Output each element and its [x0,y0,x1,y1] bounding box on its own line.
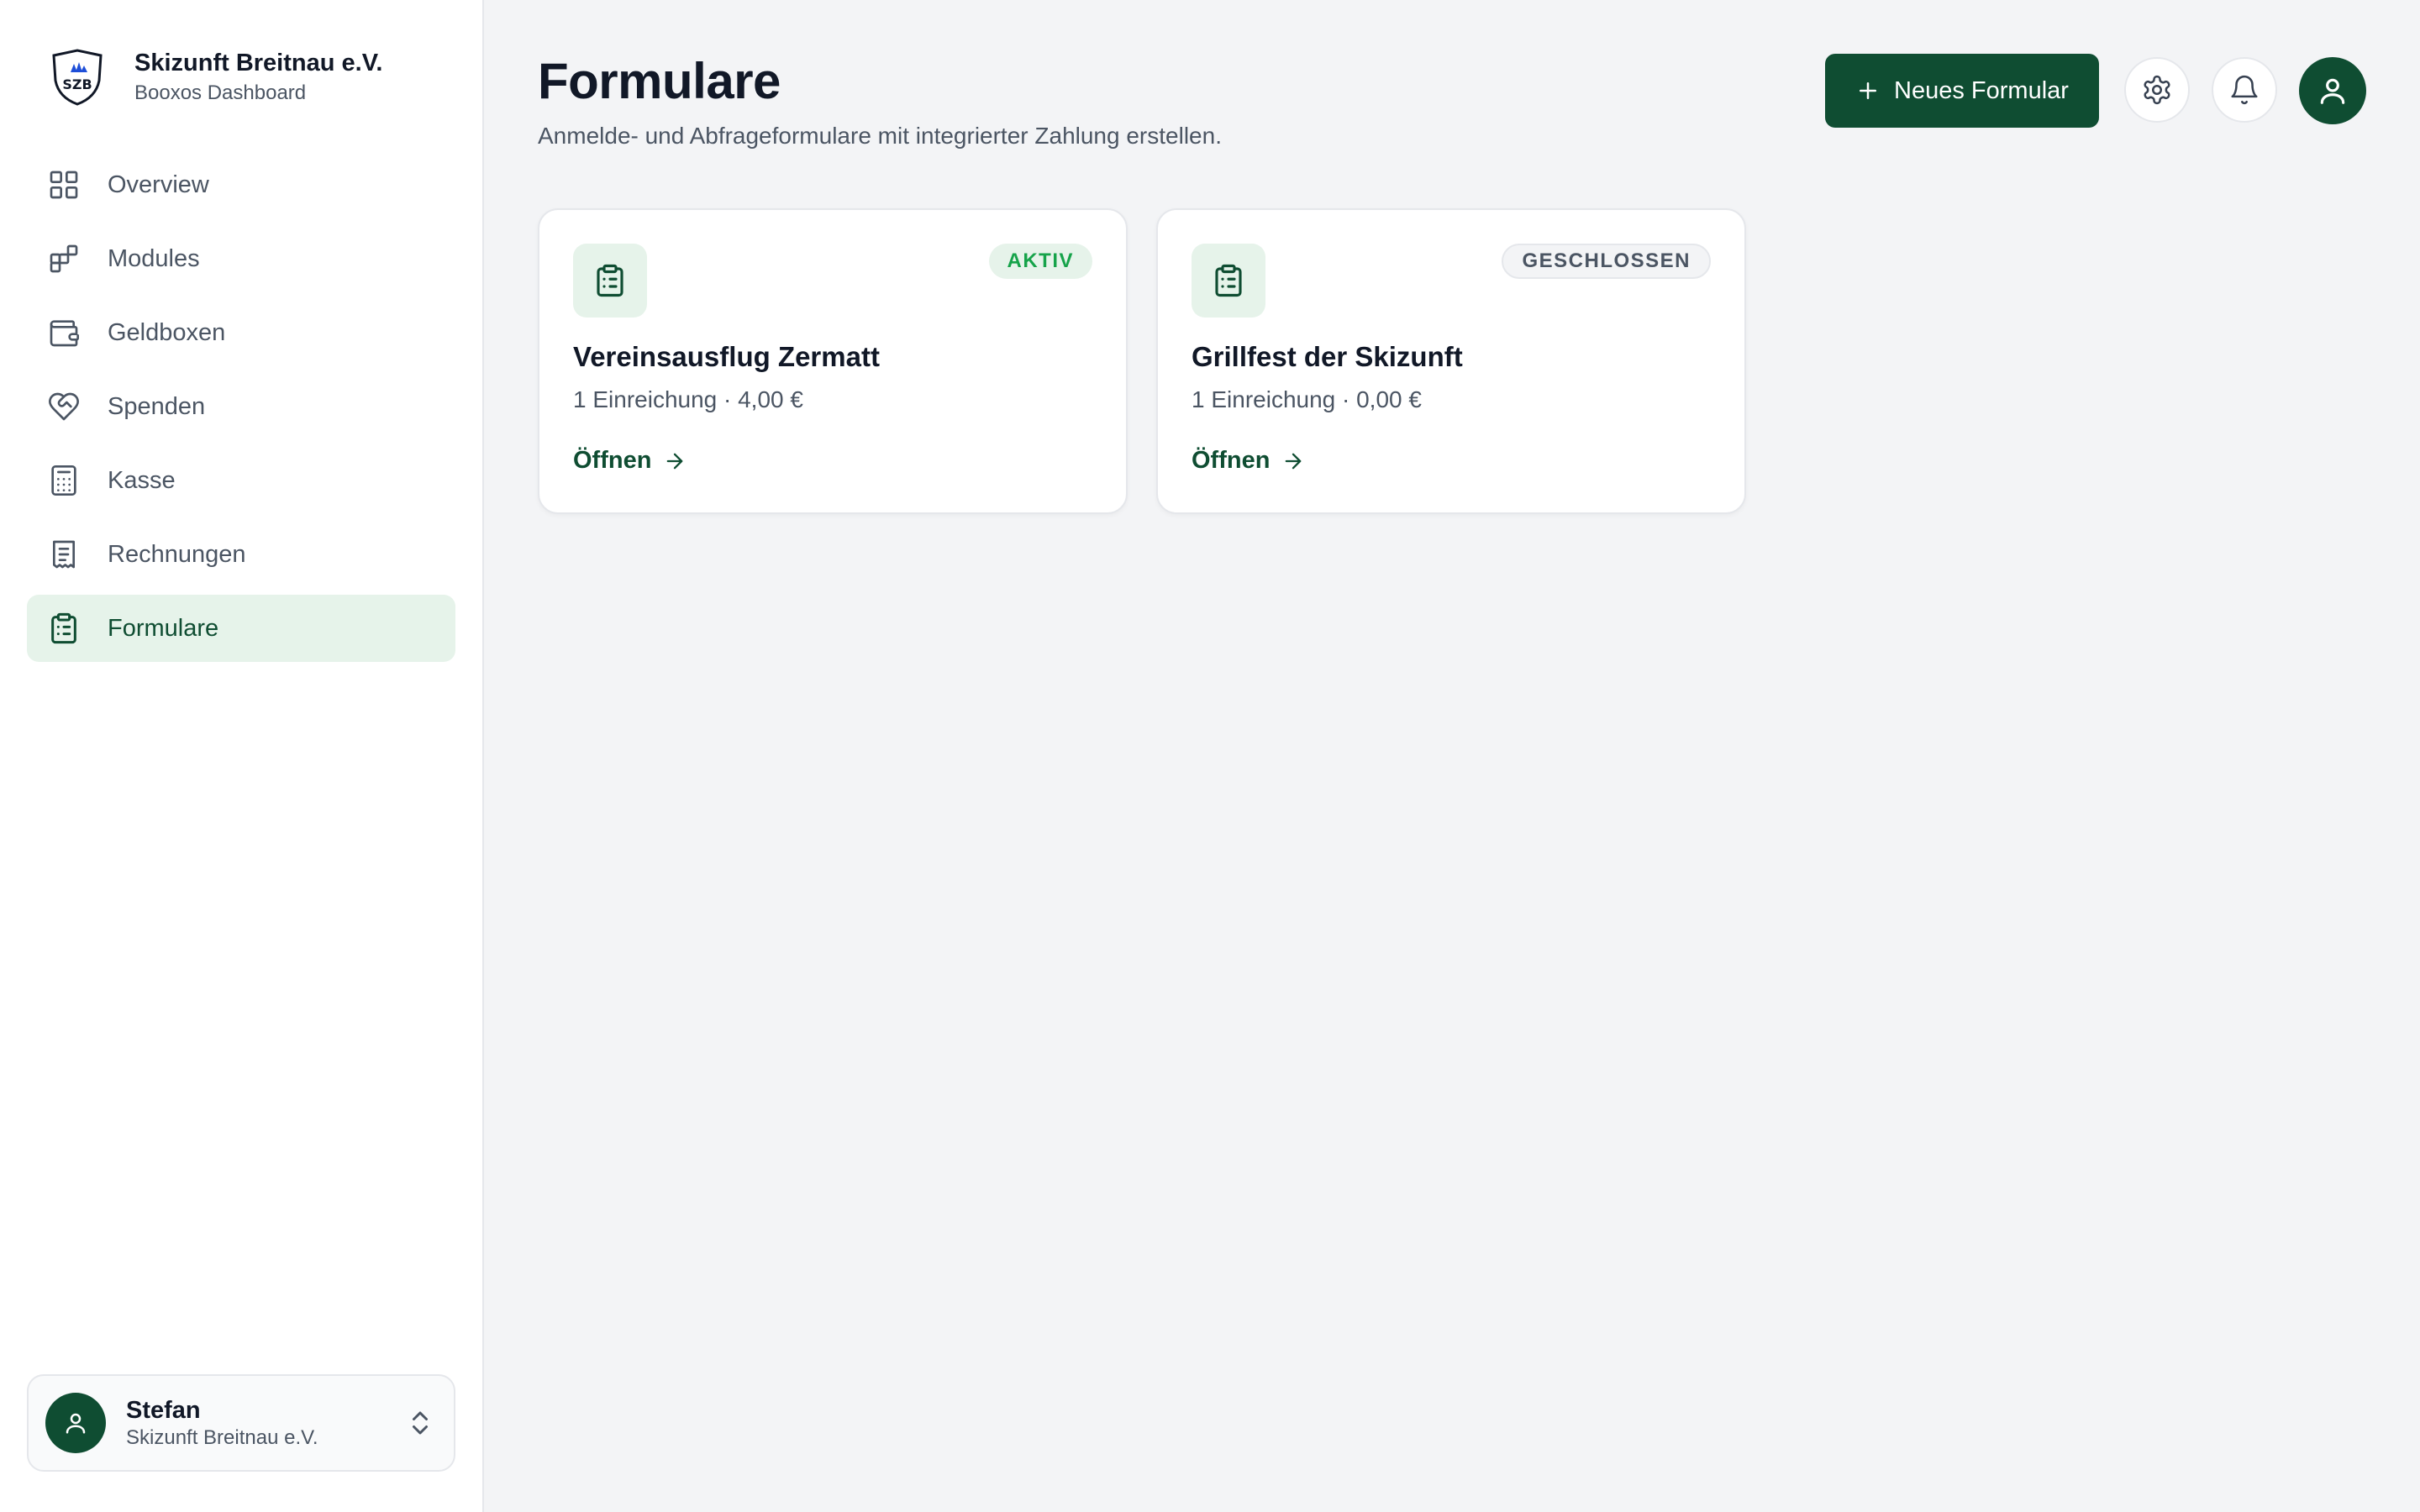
sidebar-item-geldboxen[interactable]: Geldboxen [27,299,455,366]
status-badge: GESCHLOSSEN [1502,244,1711,279]
org-subtitle: Booxos Dashboard [134,81,307,104]
open-form-link[interactable]: Öffnen [1192,447,1305,475]
sidebar-item-label: Rechnungen [108,540,246,568]
clipboard-icon [597,264,623,297]
open-label: Öffnen [1192,447,1270,474]
open-form-link[interactable]: Öffnen [573,447,687,475]
form-card[interactable]: GESCHLOSSEN Grillfest der Skizunft 1 Ein… [1156,208,1746,514]
form-title: Grillfest der Skizunft [1192,341,1463,372]
sidebar-item-label: Overview [108,171,209,198]
sidebar-item-modules[interactable]: Modules [27,225,455,292]
sidebar-item-label: Spenden [108,392,206,420]
bell-icon [2231,75,2258,105]
sidebar-item-label: Modules [108,244,200,272]
sidebar-item-label: Formulare [108,614,219,642]
sidebar: SZB Skizunft Breitnau e.V. Booxos Dashbo… [0,0,484,1512]
user-icon [2320,78,2345,104]
arrow-right-icon [1286,453,1302,469]
sidebar-item-rechnungen[interactable]: Rechnungen [27,521,455,588]
form-icon-tile [573,244,647,318]
arrow-right-icon [667,453,683,469]
form-card[interactable]: AKTIV Vereinsausflug Zermatt 1 Einreichu… [538,208,1128,514]
sidebar-item-spenden[interactable]: Spenden [27,373,455,440]
new-form-button[interactable]: Neues Formular [1825,54,2099,128]
form-meta: 1 Einreichung · 0,00 € [1192,386,1422,412]
form-meta: 1 Einreichung · 4,00 € [573,386,803,412]
club-logo-icon: SZB [52,49,103,106]
user-org: Skizunft Breitnau e.V. [126,1426,318,1449]
new-form-label: Neues Formular [1894,76,2069,104]
sidebar-item-formulare[interactable]: Formulare [27,595,455,662]
gear-icon [2144,75,2170,105]
user-name: Stefan [126,1397,201,1424]
form-title: Vereinsausflug Zermatt [573,341,880,372]
logo-text: SZB [62,76,92,92]
clipboard-icon [51,612,76,644]
org-name: Skizunft Breitnau e.V. [134,50,383,76]
main-content: Formulare Anmelde- und Abfrageformulare … [484,0,2420,1512]
wallet-icon [50,320,79,347]
user-icon [66,1413,86,1434]
page-subtitle: Anmelde- und Abfrageformulare mit integr… [538,123,1222,149]
notifications-button[interactable] [2212,57,2277,123]
clipboard-icon [1215,264,1242,297]
user-switcher[interactable]: Stefan Skizunft Breitnau e.V. [27,1374,455,1472]
sidebar-nav: Overview Modules Geldboxen Spenden Kasse [27,151,455,669]
sidebar-item-label: Kasse [108,466,176,494]
chevrons-up-down-icon [413,1411,428,1435]
sidebar-item-label: Geldboxen [108,318,226,346]
settings-button[interactable] [2124,57,2190,123]
calculator-icon [51,465,76,496]
sidebar-item-overview[interactable]: Overview [27,151,455,218]
avatar [45,1393,106,1453]
sidebar-item-kasse[interactable]: Kasse [27,447,455,514]
status-badge: AKTIV [988,244,1092,279]
profile-button[interactable] [2299,57,2366,124]
open-label: Öffnen [573,447,652,474]
heart-handshake-icon [49,392,79,421]
brand[interactable]: SZB Skizunft Breitnau e.V. Booxos Dashbo… [47,47,382,108]
form-icon-tile [1192,244,1265,318]
modules-icon [50,244,78,273]
grid-icon [50,171,78,199]
plus-icon [1860,82,1877,99]
receipt-icon [52,540,75,569]
page-title: Formulare [538,53,781,109]
